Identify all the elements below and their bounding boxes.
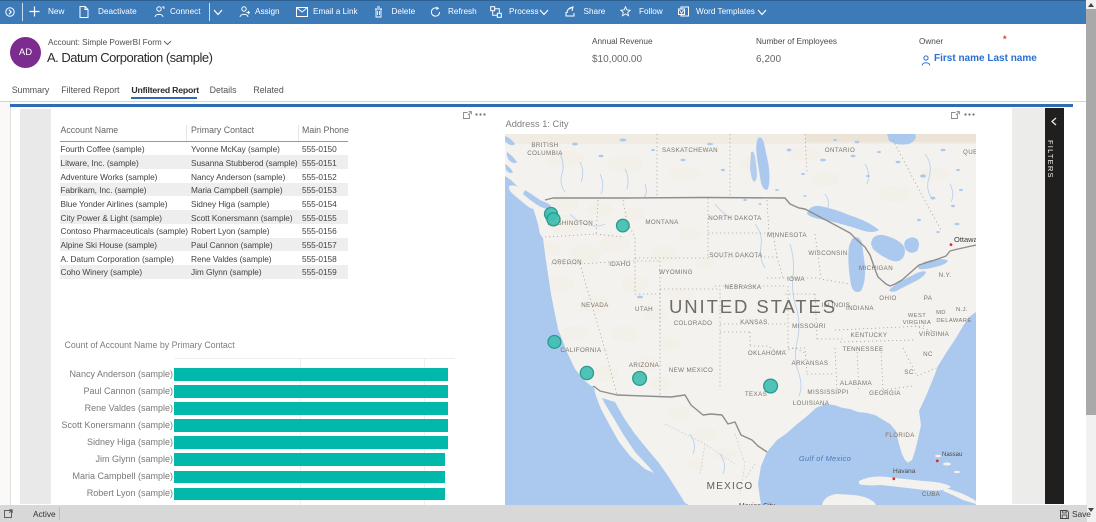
svg-text:INDIANA: INDIANA <box>846 305 874 312</box>
svg-text:SOUTH DAKOTA: SOUTH DAKOTA <box>709 252 763 259</box>
svg-text:TEXAS: TEXAS <box>745 391 767 398</box>
svg-text:UNITED STATES: UNITED STATES <box>669 296 837 317</box>
svg-text:COLORADO: COLORADO <box>674 320 713 327</box>
svg-text:N.J.: N.J. <box>956 307 968 313</box>
svg-text:LOUISIANA: LOUISIANA <box>793 400 830 407</box>
svg-text:NEW MEXICO: NEW MEXICO <box>669 367 714 374</box>
svg-text:FLORIDA: FLORIDA <box>885 432 915 439</box>
svg-text:KANSAS: KANSAS <box>740 319 768 326</box>
svg-text:Ottawa: Ottawa <box>954 235 976 244</box>
svg-text:COLUMBIA: COLUMBIA <box>527 150 563 157</box>
svg-text:Nassau: Nassau <box>942 452 962 458</box>
svg-text:Gulf of Mexico: Gulf of Mexico <box>799 454 851 463</box>
svg-text:NEVADA: NEVADA <box>581 302 609 309</box>
svg-text:NORTH DAKOTA: NORTH DAKOTA <box>708 215 762 222</box>
svg-text:SC: SC <box>904 369 914 376</box>
svg-text:NEBRASKA: NEBRASKA <box>725 284 762 291</box>
svg-text:MISSOURI: MISSOURI <box>792 323 826 330</box>
svg-text:MD: MD <box>936 310 946 316</box>
svg-text:MONTANA: MONTANA <box>645 219 679 226</box>
svg-text:CUBA: CUBA <box>922 492 940 498</box>
svg-text:MICHIGAN: MICHIGAN <box>859 265 893 272</box>
svg-text:CALIFORNIA: CALIFORNIA <box>560 347 602 354</box>
svg-text:WEST: WEST <box>908 313 926 319</box>
svg-text:VIRGINIA: VIRGINIA <box>903 320 932 326</box>
svg-text:BRITISH: BRITISH <box>531 142 558 149</box>
svg-text:OHIO: OHIO <box>879 295 896 302</box>
svg-text:ONTARIO: ONTARIO <box>825 147 856 154</box>
svg-text:SASKATCHEWAN: SASKATCHEWAN <box>662 147 718 154</box>
svg-text:IOWA: IOWA <box>787 276 805 283</box>
svg-text:VIRGINIA: VIRGINIA <box>919 331 950 338</box>
svg-text:TENNESSEE: TENNESSEE <box>842 346 883 353</box>
svg-text:MINNESOTA: MINNESOTA <box>767 232 807 239</box>
svg-text:Havana: Havana <box>893 468 916 475</box>
svg-text:ALABAMA: ALABAMA <box>840 380 873 387</box>
svg-text:DELAWARE: DELAWARE <box>936 318 971 324</box>
svg-text:IDAHO: IDAHO <box>609 261 631 268</box>
svg-text:KENTUCKY: KENTUCKY <box>851 332 888 339</box>
svg-text:ARKANSAS: ARKANSAS <box>792 360 829 367</box>
svg-text:OREGON: OREGON <box>552 259 582 266</box>
svg-text:WISCONSIN: WISCONSIN <box>808 250 847 257</box>
svg-text:GEORGIA: GEORGIA <box>869 390 901 397</box>
svg-text:PA: PA <box>924 295 933 302</box>
svg-text:N.Y.: N.Y. <box>939 272 952 279</box>
svg-text:NC: NC <box>923 351 933 358</box>
svg-text:MEXICO: MEXICO <box>707 481 754 492</box>
svg-text:ARIZONA: ARIZONA <box>629 362 660 369</box>
svg-text:MISSISSIPPI: MISSISSIPPI <box>807 389 848 396</box>
svg-text:OKLAHOMA: OKLAHOMA <box>748 350 787 357</box>
svg-text:QUEBE: QUEBE <box>963 149 976 156</box>
svg-text:UTAH: UTAH <box>635 306 653 313</box>
svg-text:WYOMING: WYOMING <box>659 269 693 276</box>
